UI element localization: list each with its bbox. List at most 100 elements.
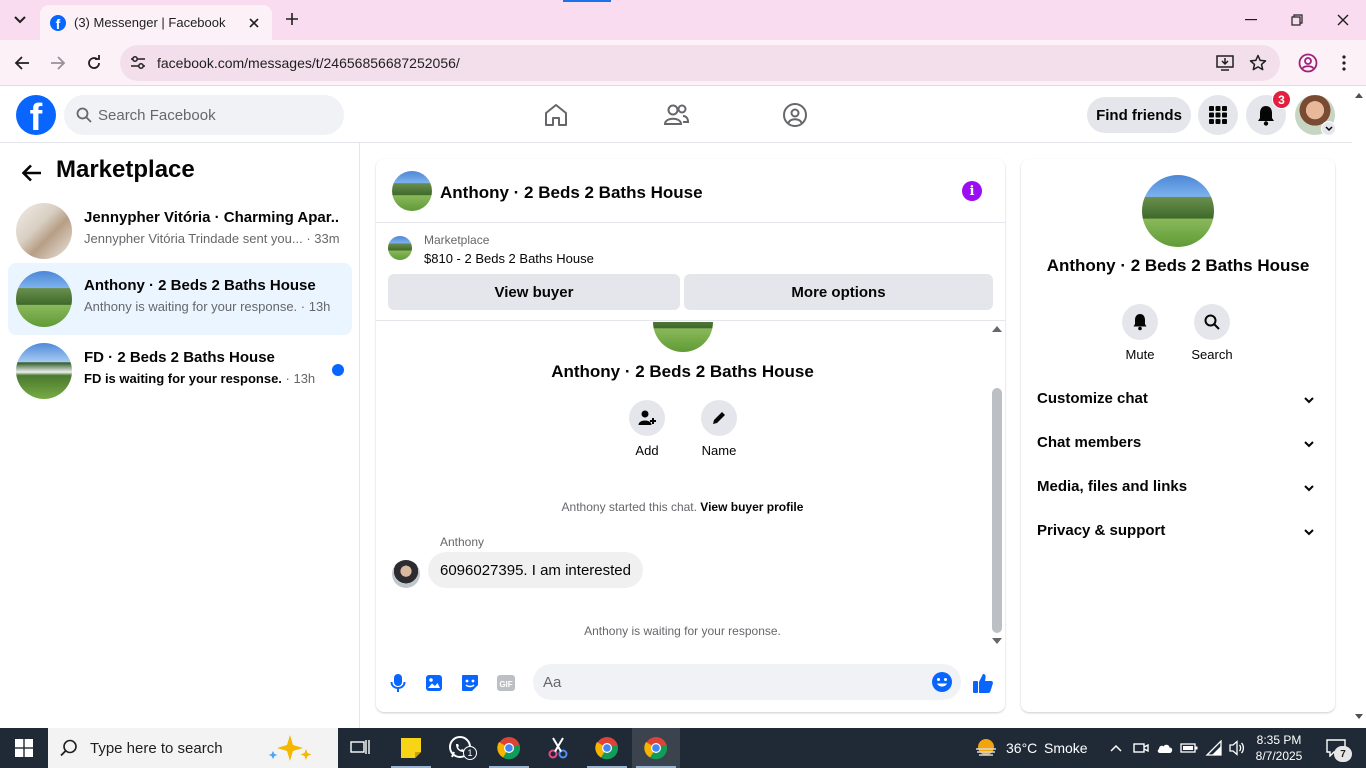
scroll-down-arrow[interactable] — [992, 638, 1002, 644]
search-in-chat-button[interactable] — [1194, 304, 1230, 340]
mute-action[interactable]: Mute — [1110, 304, 1170, 362]
chevron-down-icon — [1304, 529, 1314, 536]
browser-profile-button[interactable] — [1296, 51, 1320, 75]
notification-count-badge: 3 — [1272, 90, 1291, 109]
conversation-item-fd[interactable]: FD · 2 Beds 2 Baths House FD is waiting … — [8, 335, 352, 407]
volume-icon[interactable] — [1228, 740, 1246, 756]
tab-close-button[interactable] — [246, 15, 262, 31]
groups-nav-button[interactable] — [779, 99, 811, 131]
mute-button[interactable] — [1122, 304, 1158, 340]
menu-grid-button[interactable] — [1198, 95, 1238, 135]
view-buyer-button[interactable]: View buyer — [388, 274, 680, 310]
attach-photo-button[interactable] — [422, 671, 446, 695]
back-button[interactable] — [10, 51, 34, 75]
browser-menu-button[interactable] — [1332, 51, 1356, 75]
emoji-icon[interactable] — [931, 671, 953, 693]
listing-price-title[interactable]: $810 - 2 Beds 2 Baths House — [424, 251, 594, 266]
edit-name-button[interactable] — [701, 400, 737, 436]
taskbar-search-box[interactable]: Type here to search — [48, 728, 338, 768]
chat-avatar[interactable] — [392, 171, 432, 211]
browser-tab-messenger[interactable]: f (3) Messenger | Facebook — [40, 5, 272, 40]
back-to-chats-button[interactable] — [18, 159, 46, 187]
close-window-button[interactable] — [1320, 0, 1366, 40]
facebook-header: f Find friends 3 — [0, 87, 1352, 143]
friends-nav-button[interactable] — [660, 99, 692, 131]
restore-window-button[interactable] — [1274, 0, 1320, 40]
home-nav-button[interactable] — [540, 99, 572, 131]
message-input[interactable] — [543, 664, 913, 700]
taskbar-snipping-tool[interactable] — [534, 728, 582, 768]
sender-avatar[interactable] — [392, 560, 420, 588]
scrollbar-thumb[interactable] — [992, 388, 1002, 633]
search-in-chat-action[interactable]: Search — [1182, 304, 1242, 362]
info-avatar — [1142, 175, 1214, 247]
chevron-up-icon[interactable] — [1109, 743, 1123, 753]
taskbar-chrome-profile-a[interactable] — [485, 728, 533, 768]
install-app-button[interactable] — [1215, 53, 1235, 73]
sticker-button[interactable] — [458, 671, 482, 695]
whatsapp-badge: 1 — [463, 746, 477, 760]
forward-button[interactable] — [46, 51, 70, 75]
voice-clip-button[interactable] — [386, 671, 410, 695]
weather-description[interactable]: Smoke — [1044, 740, 1088, 756]
tune-icon — [131, 56, 145, 69]
privacy-support-section[interactable]: Privacy & support — [1029, 510, 1327, 554]
arrow-right-icon — [51, 56, 66, 70]
conversation-item-anthony[interactable]: Anthony · 2 Beds 2 Baths House Anthony i… — [8, 263, 352, 335]
taskbar-clock[interactable]: 8:35 PM 8/7/2025 — [1248, 732, 1310, 764]
page-scrollbar[interactable] — [1352, 87, 1366, 728]
add-person-button[interactable] — [629, 400, 665, 436]
address-bar[interactable]: facebook.com/messages/t/2465685668725205… — [120, 45, 1280, 81]
view-buyer-profile-link[interactable]: View buyer profile — [700, 500, 803, 514]
section-label: Media, files and links — [1037, 478, 1188, 495]
scroll-up-arrow[interactable] — [992, 326, 1002, 332]
task-view-button[interactable] — [336, 728, 384, 768]
close-icon — [249, 17, 259, 28]
bookmark-button[interactable] — [1248, 53, 1268, 73]
weather-temperature[interactable]: 36°C — [1006, 740, 1037, 756]
taskbar-whatsapp[interactable]: 1 — [436, 728, 484, 768]
preview-text: Anthony is waiting for your response. — [84, 299, 298, 314]
more-options-button[interactable]: More options — [684, 274, 993, 310]
tab-search-button[interactable] — [6, 8, 34, 32]
send-like-button[interactable] — [971, 671, 995, 695]
add-person-icon — [638, 410, 656, 425]
start-button[interactable] — [0, 728, 48, 768]
onedrive-cloud-icon[interactable] — [1156, 742, 1174, 754]
message-thread: Anthony · 2 Beds 2 Baths House Add Name … — [376, 322, 1005, 652]
search-icon — [1204, 314, 1220, 330]
media-files-links-section[interactable]: Media, files and links — [1029, 466, 1327, 510]
name-chat-action[interactable]: Name — [689, 400, 749, 458]
taskbar-chrome-profile-b[interactable] — [583, 728, 631, 768]
sticky-notes-icon — [401, 738, 421, 758]
new-tab-button[interactable] — [282, 9, 302, 29]
taskbar-sticky-notes[interactable] — [387, 728, 435, 768]
conversation-name: FD · 2 Beds 2 Baths House — [84, 349, 275, 366]
minimize-window-button[interactable] — [1228, 0, 1274, 40]
reload-button[interactable] — [82, 51, 106, 75]
site-info-button[interactable] — [128, 53, 148, 73]
meet-now-icon[interactable] — [1133, 740, 1149, 756]
facebook-search[interactable] — [64, 95, 344, 135]
battery-icon[interactable] — [1180, 742, 1198, 754]
message-input-container[interactable] — [533, 664, 961, 700]
facebook-search-input[interactable] — [98, 106, 318, 124]
chat-title[interactable]: Anthony · 2 Beds 2 Baths House — [440, 183, 703, 203]
thread-scrollbar[interactable] — [989, 322, 1005, 652]
gif-button[interactable]: GIF — [494, 671, 518, 695]
conversation-name: Anthony · 2 Beds 2 Baths House — [84, 277, 316, 294]
sidebar-title: Marketplace — [56, 156, 195, 183]
chat-members-section[interactable]: Chat members — [1029, 422, 1327, 466]
listing-thumbnail[interactable] — [388, 236, 412, 260]
find-friends-button[interactable]: Find friends — [1087, 97, 1191, 133]
message-bubble[interactable]: 6096027395. I am interested — [428, 552, 643, 588]
customize-chat-section[interactable]: Customize chat — [1029, 378, 1327, 422]
conversation-info-button[interactable]: i — [962, 181, 982, 201]
wifi-icon[interactable] — [1205, 740, 1223, 756]
add-people-action[interactable]: Add — [617, 400, 677, 458]
more-vertical-icon — [1342, 55, 1346, 71]
account-menu-button[interactable] — [1321, 121, 1336, 136]
taskbar-chrome-profile-c[interactable] — [632, 728, 680, 768]
conversation-item-jennypher[interactable]: Jennypher Vitória · Charming Apar... Jen… — [8, 195, 352, 267]
facebook-logo-icon[interactable]: f — [16, 95, 56, 135]
